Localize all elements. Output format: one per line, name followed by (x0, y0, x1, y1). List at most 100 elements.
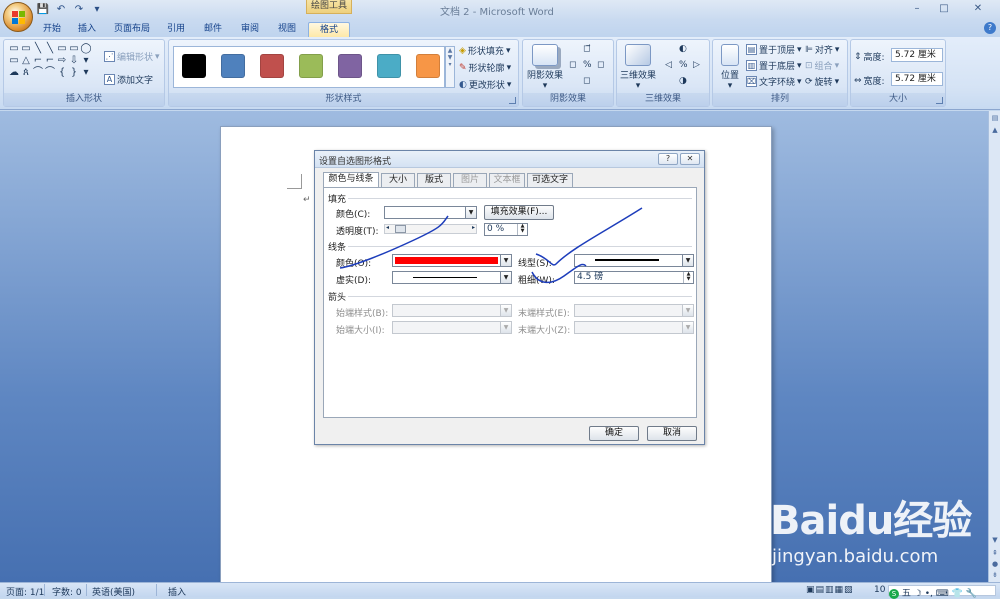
ime-toolbar[interactable]: S 五 ☽ •, ⌨ 👕 🔧 (888, 585, 996, 599)
undo-icon[interactable]: ↶ (54, 3, 68, 16)
tab-insert[interactable]: 插入 (75, 22, 99, 37)
shape-style-swatch[interactable] (260, 54, 284, 78)
3d-effects-button[interactable]: 三维效果 ▾ (619, 44, 657, 91)
tab-view[interactable]: 视图 (275, 22, 299, 37)
scroll-up-icon[interactable]: ▲ (990, 125, 1000, 135)
tilt-up-icon[interactable]: ◐ (679, 44, 687, 54)
shape-option[interactable]: ▾ (80, 67, 92, 79)
rotate-button[interactable]: ⟳ 旋转 ▾ (805, 75, 839, 89)
bring-to-front-button[interactable]: ▤ 置于顶层 ▾ (746, 43, 802, 56)
skin-icon[interactable]: 👕 (952, 589, 963, 599)
shape-option[interactable]: ◯ (80, 43, 92, 55)
punctuation-icon[interactable]: •, (925, 589, 933, 599)
dialog-help-button[interactable]: ? (658, 153, 678, 165)
ruler-toggle-icon[interactable]: ▤ (990, 113, 1000, 123)
tab-page-layout[interactable]: 页面布局 (112, 22, 152, 37)
width-input[interactable]: 5.72 厘米 (891, 72, 943, 86)
tab-picture[interactable]: 图片 (453, 173, 487, 187)
minimize-button[interactable]: – (904, 1, 930, 17)
shape-option[interactable]: ⌐ (32, 55, 44, 67)
shape-option[interactable]: ⇩ (68, 55, 80, 67)
tab-size[interactable]: 大小 (381, 173, 415, 187)
ok-button[interactable]: 确定 (589, 426, 639, 441)
zoom-level[interactable]: 10 (874, 585, 885, 595)
change-shape-button[interactable]: ◐ 更改形状 ▾ (459, 78, 511, 92)
group-button[interactable]: ⊡ 组合 ▾ (805, 59, 839, 73)
tilt-right-icon[interactable]: ▷ (693, 60, 700, 70)
shape-option[interactable]: ▭ (56, 43, 68, 55)
add-text-button[interactable]: A 添加文字 (104, 73, 153, 86)
close-button[interactable]: ✕ (958, 1, 998, 17)
shape-style-swatch[interactable] (221, 54, 245, 78)
shape-option[interactable]: ╲ (44, 43, 56, 55)
help-icon[interactable]: ? (984, 22, 996, 34)
shape-option[interactable]: ⌐ (44, 55, 56, 67)
view-buttons[interactable]: ▣▤▥▦▧ (806, 585, 854, 595)
tilt-down-icon[interactable]: ◑ (679, 76, 687, 86)
shape-style-swatch[interactable] (338, 54, 362, 78)
half-width-icon[interactable]: ☽ (914, 589, 922, 599)
insert-mode[interactable]: 插入 (168, 585, 186, 598)
gallery-scroll[interactable]: ▲ ▼ ▾ (445, 46, 455, 88)
tilt-left-icon[interactable]: ◁ (665, 60, 672, 70)
page-count[interactable]: 页面: 1/1 (6, 585, 44, 598)
shape-style-swatch[interactable] (416, 54, 440, 78)
shape-option[interactable]: ☁ (8, 67, 20, 79)
shape-option[interactable]: ⌒ (32, 67, 44, 79)
shape-option[interactable]: ጰ (20, 67, 32, 79)
word-count[interactable]: 字数: 0 (52, 585, 82, 598)
shape-option[interactable]: ╲ (32, 43, 44, 55)
shape-option[interactable]: ▭ (8, 55, 20, 67)
maximize-button[interactable]: □ (931, 1, 957, 17)
shadow-toggle-icon[interactable]: % (583, 60, 592, 70)
shape-outline-button[interactable]: ✎ 形状轮廓 ▾ (459, 61, 511, 75)
tab-mailings[interactable]: 邮件 (201, 22, 225, 37)
shape-option[interactable]: △ (20, 55, 32, 67)
shape-option[interactable]: ⇨ (56, 55, 68, 67)
tab-layout[interactable]: 版式 (417, 173, 451, 187)
tab-home[interactable]: 开始 (40, 22, 64, 37)
shape-option[interactable]: ▾ (80, 55, 92, 67)
shape-option[interactable]: ▭ (20, 43, 32, 55)
height-input[interactable]: 5.72 厘米 (891, 48, 943, 62)
shadow-effects-button[interactable]: 阴影效果 ▾ (527, 44, 563, 91)
3d-toggle-icon[interactable]: % (679, 60, 688, 70)
sogou-ime-icon[interactable]: S (889, 589, 899, 599)
wubi-mode-icon[interactable]: 五 (902, 589, 911, 599)
send-to-back-button[interactable]: ▥ 置于底层 ▾ (746, 59, 802, 72)
customize-qat-icon[interactable]: ▾ (90, 3, 104, 16)
save-icon[interactable]: 💾 (36, 3, 50, 16)
shape-option[interactable]: ⌒ (44, 67, 56, 79)
cancel-button[interactable]: 取消 (647, 426, 697, 441)
shape-fill-button[interactable]: ◈ 形状填充 ▾ (459, 44, 510, 58)
dialog-close-button[interactable]: ✕ (680, 153, 700, 165)
keyboard-icon[interactable]: ⌨ (936, 589, 949, 599)
shapes-gallery[interactable]: ▭ ▭ ╲ ╲ ▭ ▭ ◯ ▭ △ ⌐ ⌐ ⇨ ⇩ ▾ ☁ ጰ ⌒ ⌒{} ▾ (8, 43, 96, 79)
align-button[interactable]: ⊫ 对齐 ▾ (805, 43, 839, 57)
position-button[interactable]: 位置 ▾ (716, 44, 744, 91)
edit-shape-button[interactable]: ⋰ 编辑形状 ▾ (104, 50, 160, 63)
shadow-nudge-up-icon[interactable]: ◻⃗ (583, 44, 590, 54)
shadow-nudge-right-icon[interactable]: ◻ (597, 60, 604, 70)
shape-style-swatch[interactable] (299, 54, 323, 78)
shape-style-swatch[interactable] (182, 54, 206, 78)
shape-option[interactable]: ▭ (8, 43, 20, 55)
language-indicator[interactable]: 英语(美国) (92, 585, 135, 598)
shadow-nudge-left-icon[interactable]: ◻ (569, 60, 576, 70)
shape-style-swatch[interactable] (377, 54, 401, 78)
tab-format[interactable]: 格式 (308, 22, 350, 37)
tab-colors-and-lines[interactable]: 颜色与线条 (323, 172, 379, 187)
shadow-nudge-down-icon[interactable]: ◻ (583, 76, 590, 86)
tab-alt-text[interactable]: 可选文字 (527, 173, 573, 187)
shape-option[interactable]: } (68, 67, 80, 79)
dialog-launcher-icon[interactable] (936, 97, 943, 104)
tab-review[interactable]: 审阅 (238, 22, 262, 37)
tools-icon[interactable]: 🔧 (966, 589, 977, 599)
tab-text-box[interactable]: 文本框 (489, 173, 525, 187)
shape-option[interactable]: { (56, 67, 68, 79)
dialog-launcher-icon[interactable] (509, 97, 516, 104)
redo-icon[interactable]: ↷ (72, 3, 86, 16)
shape-option[interactable]: ▭ (68, 43, 80, 55)
office-button[interactable] (3, 2, 33, 32)
tab-references[interactable]: 引用 (164, 22, 188, 37)
